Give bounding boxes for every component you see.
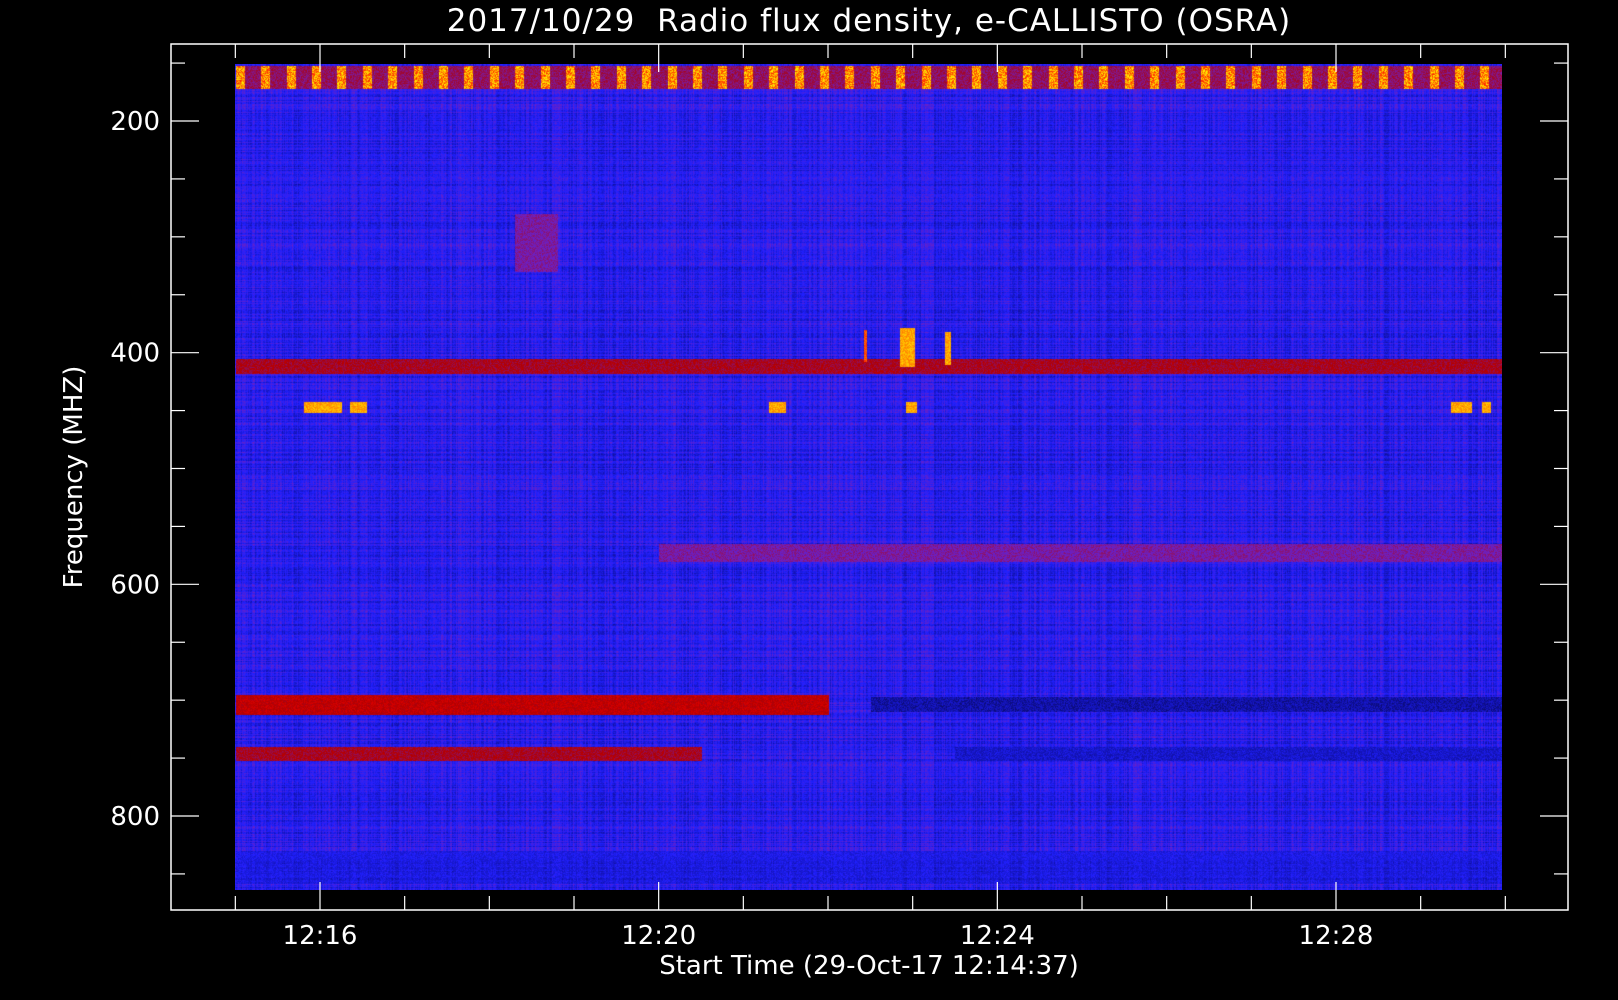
y-tick-label: 600 [110, 570, 160, 600]
heatmap-area [235, 64, 1502, 890]
x-axis-label: Start Time (29-Oct-17 12:14:37) [659, 951, 1079, 981]
y-tick-label: 800 [110, 802, 160, 832]
y-axis-label: Frequency (MHZ) [59, 366, 89, 589]
chart-title: 2017/10/29 Radio flux density, e-CALLIST… [447, 3, 1292, 39]
x-tick-label: 12:28 [1299, 921, 1374, 951]
y-tick-label: 400 [110, 339, 160, 369]
spectrogram-canvas [235, 64, 1502, 890]
x-tick-label: 12:20 [621, 921, 696, 951]
spectrogram-chart: 2017/10/29 Radio flux density, e-CALLIST… [0, 0, 1618, 1000]
spectrogram-image [235, 64, 1502, 890]
x-tick-label: 12:16 [283, 921, 358, 951]
y-tick-label: 200 [110, 107, 160, 137]
x-tick-label: 12:24 [960, 921, 1035, 951]
